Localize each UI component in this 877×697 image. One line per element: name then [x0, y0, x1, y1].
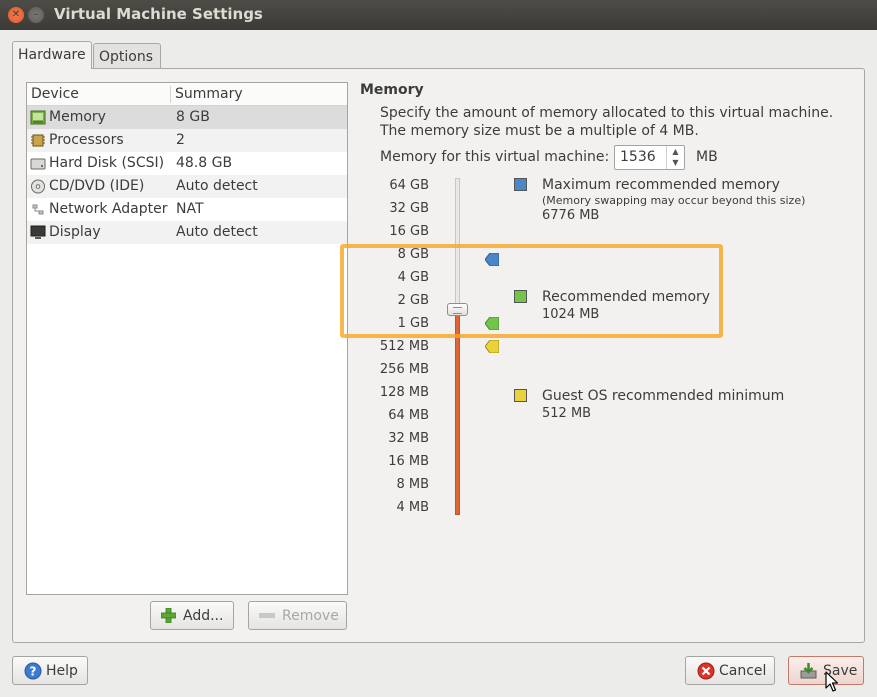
remove-device-button[interactable]: Remove: [248, 601, 347, 630]
device-summary: 8 GB: [176, 109, 210, 125]
minimum-value: 512 MB: [542, 406, 592, 421]
window-close-button[interactable]: ✕: [8, 7, 24, 23]
recommended-title: Recommended memory: [542, 289, 711, 305]
device-list-header: Device Summary: [27, 83, 347, 106]
device-summary: Auto detect: [176, 224, 258, 240]
scale-label: 256 MB: [379, 362, 429, 377]
help-button[interactable]: ? Help: [12, 656, 88, 685]
minimum-legend: Guest OS recommended minimum 512 MB: [542, 388, 784, 422]
scale-label: 4 GB: [397, 270, 429, 285]
max-recommended-note: (Memory swapping may occur beyond this s…: [542, 194, 806, 207]
title-bar: ✕ – Virtual Machine Settings: [0, 0, 877, 30]
memory-slider-track[interactable]: [455, 178, 460, 308]
scale-label: 16 GB: [389, 224, 429, 239]
column-header-device[interactable]: Device: [31, 86, 79, 102]
cd-dvd-icon: [30, 179, 46, 194]
cancel-button[interactable]: Cancel: [685, 656, 775, 685]
save-icon: [800, 663, 817, 679]
device-name: Processors: [49, 132, 124, 148]
device-name: Memory: [49, 109, 106, 125]
recommended-value: 1024 MB: [542, 307, 600, 322]
memory-icon: [30, 110, 46, 125]
device-row-hard-disk-scsi[interactable]: Hard Disk (SCSI) 48.8 GB: [27, 152, 347, 175]
memory-unit-label: MB: [696, 149, 718, 165]
scale-label: 2 GB: [397, 293, 429, 308]
scale-label: 128 MB: [379, 385, 429, 400]
mouse-cursor-icon: [825, 671, 839, 692]
device-name: Hard Disk (SCSI): [49, 155, 165, 171]
memory-size-spinner[interactable]: 1536 ▲ ▼: [614, 145, 685, 170]
device-summary: Auto detect: [176, 178, 258, 194]
memory-slider-thumb[interactable]: [447, 303, 468, 316]
max-recommended-marker-icon: [485, 253, 499, 266]
memory-size-value[interactable]: 1536: [620, 149, 656, 165]
device-row-network-adapter[interactable]: Network Adapter NAT: [27, 198, 347, 221]
window-minimize-button[interactable]: –: [28, 7, 44, 23]
recommended-legend-icon: [514, 290, 527, 303]
recommended-legend: Recommended memory 1024 MB: [542, 289, 710, 323]
minus-icon: [259, 613, 275, 618]
device-name: CD/DVD (IDE): [49, 178, 145, 194]
device-row-processors[interactable]: Processors 2: [27, 129, 347, 152]
recommended-marker-icon: [485, 317, 499, 330]
minimum-marker-icon: [485, 340, 499, 353]
display-icon: [30, 225, 46, 240]
help-icon: ?: [24, 662, 42, 680]
max-recommended-title: Maximum recommended memory: [542, 177, 780, 193]
device-summary: NAT: [176, 201, 204, 217]
column-divider: [170, 86, 171, 103]
device-summary: 2: [176, 132, 185, 148]
memory-field-label: Memory for this virtual machine:: [380, 149, 610, 165]
cancel-icon: [697, 662, 715, 680]
device-list[interactable]: Device Summary Memory 8 GB Processors 2 Hard…: [26, 82, 348, 595]
column-header-summary[interactable]: Summary: [175, 86, 243, 102]
scale-label: 32 GB: [389, 201, 429, 216]
max-recommended-legend: Maximum recommended memory (Memory swapp…: [542, 177, 805, 224]
max-recommended-legend-icon: [514, 178, 527, 191]
svg-text:?: ?: [30, 665, 37, 679]
scale-label: 16 MB: [388, 454, 429, 469]
processor-icon: [30, 133, 46, 148]
device-name: Network Adapter: [49, 201, 168, 217]
add-device-button[interactable]: Add...: [150, 601, 234, 630]
scale-label: 8 GB: [397, 247, 429, 262]
window-title: Virtual Machine Settings: [54, 5, 263, 23]
memory-slider-fill[interactable]: [455, 308, 460, 515]
network-icon: [30, 202, 46, 217]
scale-label: 4 MB: [396, 500, 429, 515]
scale-label: 512 MB: [379, 339, 429, 354]
memory-section-title: Memory: [360, 82, 424, 98]
minimum-legend-icon: [514, 389, 527, 402]
device-name: Display: [49, 224, 101, 240]
tab-options[interactable]: Options: [93, 43, 161, 69]
decrement-arrow-icon[interactable]: ▼: [667, 157, 684, 168]
increment-arrow-icon[interactable]: ▲: [667, 146, 684, 157]
device-row-memory[interactable]: Memory 8 GB: [27, 106, 347, 129]
device-summary: 48.8 GB: [176, 155, 233, 171]
minimum-title: Guest OS recommended minimum: [542, 388, 785, 404]
scale-label: 1 GB: [397, 316, 429, 331]
scale-label: 64 MB: [388, 408, 429, 423]
tab-hardware[interactable]: Hardware: [12, 41, 92, 69]
hard-disk-icon: [30, 156, 46, 171]
device-row-cd-dvd-ide[interactable]: CD/DVD (IDE) Auto detect: [27, 175, 347, 198]
scale-label: 64 GB: [389, 178, 429, 193]
scale-label: 8 MB: [396, 477, 429, 492]
scale-label: 32 MB: [388, 431, 429, 446]
plus-icon: [161, 608, 176, 623]
max-recommended-value: 6776 MB: [542, 208, 600, 223]
memory-description: Specify the amount of memory allocated t…: [380, 105, 834, 139]
device-row-display[interactable]: Display Auto detect: [27, 221, 347, 244]
